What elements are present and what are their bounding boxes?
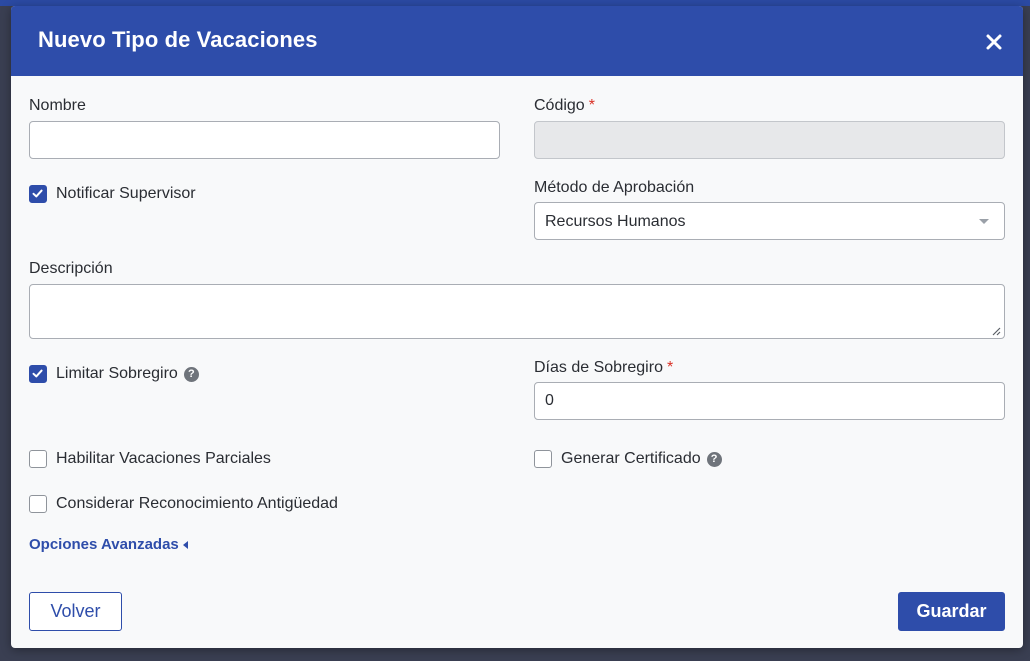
- help-icon[interactable]: ?: [183, 366, 199, 382]
- help-icon[interactable]: ?: [706, 451, 722, 467]
- checkmark-icon: [32, 369, 43, 378]
- generar-certificado-label: Generar Certificado: [561, 450, 701, 467]
- considerar-antiguedad-label: Considerar Reconocimiento Antigüedad: [56, 495, 338, 512]
- descripcion-label: Descripción: [29, 260, 113, 277]
- required-asterisk: *: [666, 359, 674, 376]
- dias-sobregiro-label: Días de Sobregiro *: [534, 359, 673, 377]
- advanced-options-toggle[interactable]: Opciones Avanzadas: [29, 536, 188, 553]
- chevron-down-icon: [979, 219, 989, 224]
- resize-grip-icon[interactable]: [991, 326, 1001, 336]
- limitar-sobregiro-checkbox-row[interactable]: Limitar Sobregiro ?: [29, 364, 199, 384]
- notificar-supervisor-checkbox-row[interactable]: Notificar Supervisor: [29, 184, 196, 204]
- considerar-antiguedad-checkbox[interactable]: [29, 495, 47, 513]
- caret-left-icon: [182, 540, 188, 549]
- new-vacation-type-dialog: Nuevo Tipo de Vacaciones Nombre Código * …: [11, 6, 1023, 648]
- save-button[interactable]: Guardar: [898, 592, 1005, 631]
- nombre-label: Nombre: [29, 97, 86, 114]
- metodo-aprobacion-selected: Recursos Humanos: [545, 213, 686, 230]
- codigo-label-text: Código: [534, 97, 585, 114]
- dias-sobregiro-input[interactable]: [534, 382, 1005, 420]
- notificar-supervisor-label: Notificar Supervisor: [56, 185, 196, 202]
- metodo-aprobacion-select[interactable]: Recursos Humanos: [534, 202, 1005, 240]
- advanced-options-label: Opciones Avanzadas: [29, 536, 179, 553]
- codigo-input[interactable]: [534, 121, 1005, 159]
- descripcion-textarea[interactable]: [29, 284, 1005, 339]
- metodo-aprobacion-label: Método de Aprobación: [534, 179, 695, 196]
- required-asterisk: *: [588, 97, 595, 114]
- codigo-label: Código *: [534, 97, 595, 115]
- limitar-sobregiro-checkbox[interactable]: [29, 365, 47, 383]
- considerar-antiguedad-checkbox-row[interactable]: Considerar Reconocimiento Antigüedad: [29, 494, 338, 514]
- generar-certificado-checkbox-row[interactable]: Generar Certificado ?: [534, 449, 722, 469]
- habilitar-parciales-checkbox[interactable]: [29, 450, 47, 468]
- dialog-title: Nuevo Tipo de Vacaciones: [38, 27, 318, 52]
- habilitar-parciales-label: Habilitar Vacaciones Parciales: [56, 450, 271, 467]
- habilitar-parciales-checkbox-row[interactable]: Habilitar Vacaciones Parciales: [29, 449, 271, 469]
- limitar-sobregiro-label: Limitar Sobregiro: [56, 365, 178, 382]
- checkmark-icon: [32, 189, 43, 198]
- nombre-input[interactable]: [29, 121, 500, 159]
- notificar-supervisor-checkbox[interactable]: [29, 185, 47, 203]
- dias-sobregiro-label-text: Días de Sobregiro: [534, 359, 663, 376]
- generar-certificado-checkbox[interactable]: [534, 450, 552, 468]
- back-button[interactable]: Volver: [29, 592, 122, 631]
- close-icon: [986, 34, 1002, 50]
- dialog-header: Nuevo Tipo de Vacaciones: [11, 6, 1023, 76]
- close-button[interactable]: [980, 28, 1008, 56]
